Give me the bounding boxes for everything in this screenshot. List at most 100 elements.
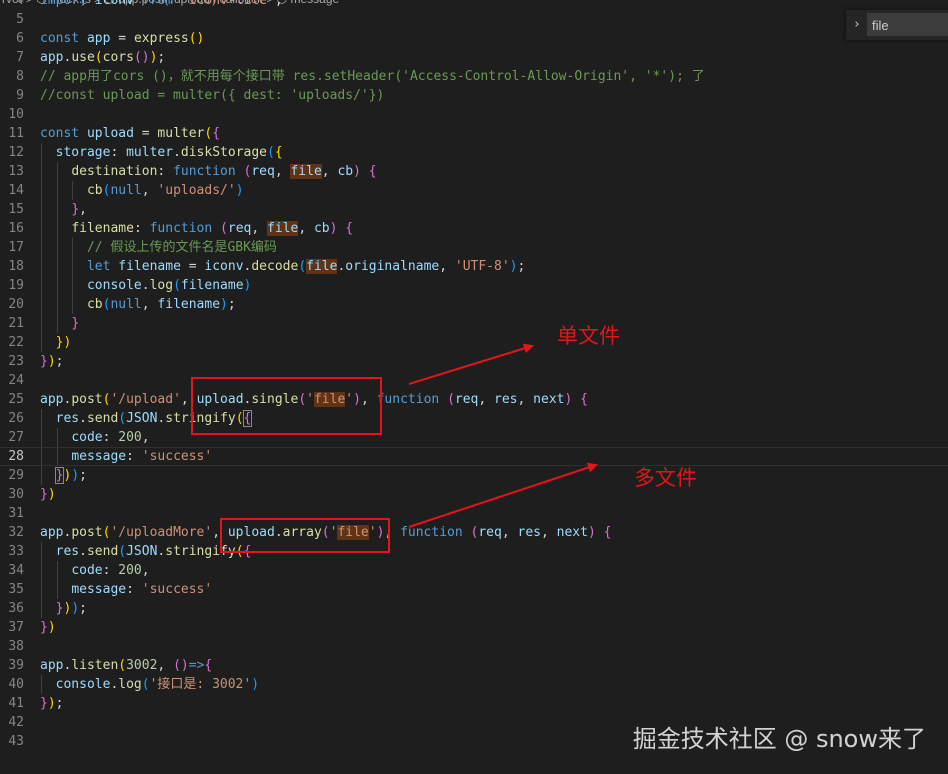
code-token: :: [102, 563, 119, 578]
code-token: {: [580, 392, 588, 407]
code-token: '/uploadMore': [110, 525, 213, 540]
code-text: });: [40, 694, 63, 713]
code-text: console.log('接口是: 3002'): [40, 675, 259, 694]
line-number: 37: [8, 620, 24, 635]
code-line[interactable]: 11 const upload = multer({: [0, 124, 948, 143]
code-line[interactable]: 25 app.post('/upload', upload.single('fil…: [0, 390, 948, 409]
code-line[interactable]: 20 cb(null, filename);: [0, 295, 948, 314]
code-line[interactable]: 4 import iconv from 'iconv-lite';: [0, 0, 948, 10]
code-line[interactable]: 28 message: 'success': [0, 447, 948, 466]
code-line[interactable]: 10: [0, 105, 948, 124]
code-line[interactable]: 9 //const upload = multer({ dest: 'upload…: [0, 86, 948, 105]
code-line[interactable]: 32 app.post('/uploadMore', upload.array('…: [0, 523, 948, 542]
code-token: }: [71, 202, 80, 217]
find-input[interactable]: file: [867, 13, 948, 36]
code-line[interactable]: 16 filename: function (req, file, cb) {: [0, 219, 948, 238]
code-line[interactable]: 40 console.log('接口是: 3002'): [0, 675, 948, 694]
code-token: =: [180, 259, 205, 274]
find-widget: › file: [846, 10, 948, 40]
code-token: req: [454, 392, 479, 407]
line-number: 18: [8, 259, 24, 274]
code-line[interactable]: 7 app.use(cors());: [0, 48, 948, 67]
code-line[interactable]: 5: [0, 10, 948, 29]
code-token: (: [118, 544, 127, 559]
code-line[interactable]: 36 }));: [0, 599, 948, 618]
code-line[interactable]: 37}): [0, 618, 948, 637]
code-token: express: [133, 31, 189, 46]
code-token: app: [40, 525, 64, 540]
code-token: .: [173, 145, 181, 160]
code-token: =: [110, 31, 134, 46]
annotation-label-single: 单文件: [557, 324, 620, 348]
code-line[interactable]: 19 console.log(filename): [0, 276, 948, 295]
code-token: (: [118, 411, 127, 426]
code-token: upload: [86, 126, 134, 141]
code-line[interactable]: 27 code: 200,: [0, 428, 948, 447]
line-number: 16: [8, 221, 24, 236]
code-line[interactable]: 15 },: [0, 200, 948, 219]
code-line[interactable]: 41});: [0, 694, 948, 713]
chevron-right-icon[interactable]: ›: [848, 16, 866, 34]
code-line[interactable]: 31: [0, 504, 948, 523]
code-token: :: [110, 145, 127, 160]
code-token: filename: [118, 259, 181, 274]
code-token: next: [533, 392, 565, 407]
code-token: (): [133, 50, 150, 65]
code-token: {: [204, 658, 213, 673]
code-token: decode: [251, 259, 299, 274]
code-token: (: [220, 221, 228, 236]
code-line[interactable]: 29 }));: [0, 466, 948, 485]
code-line[interactable]: 13 destination: function (req, file, cb)…: [0, 162, 948, 181]
code-token: ,: [501, 525, 518, 540]
code-line[interactable]: 6 const app = express(): [0, 29, 948, 48]
code-token: (): [188, 31, 205, 46]
code-line[interactable]: 23});: [0, 352, 948, 371]
code-editor[interactable]: 4 import iconv from 'iconv-lite'; 5 6 const …: [0, 0, 948, 751]
code-token: (: [173, 278, 181, 293]
code-text: }));: [40, 466, 87, 485]
code-line[interactable]: 22 }): [0, 333, 948, 352]
line-number: 26: [8, 411, 24, 426]
code-line[interactable]: 18 let filename = iconv.decode(file.orig…: [0, 257, 948, 276]
code-line[interactable]: 21 }: [0, 314, 948, 333]
code-line[interactable]: 34 code: 200,: [0, 561, 948, 580]
code-token: 'uploads/': [157, 183, 236, 198]
code-token: '/upload': [110, 392, 181, 407]
code-line[interactable]: 38: [0, 637, 948, 656]
line-number: 33: [8, 544, 24, 559]
code-line[interactable]: 17 // 假设上传的文件名是GBK编码: [0, 238, 948, 257]
code-text: app.use(cors());: [40, 48, 165, 67]
code-line[interactable]: 39 app.listen(3002, ()=>{: [0, 656, 948, 675]
code-token: .: [141, 278, 150, 293]
code-line[interactable]: 30}): [0, 485, 948, 504]
code-token: :: [126, 582, 142, 597]
line-number: 40: [8, 677, 24, 692]
code-line[interactable]: 33 res.send(JSON.stringify({: [0, 542, 948, 561]
code-line[interactable]: 14 cb(null, 'uploads/'): [0, 181, 948, 200]
code-token: import: [40, 0, 87, 8]
code-token: req: [227, 221, 252, 236]
code-token: filename: [157, 297, 221, 312]
code-token: message: [71, 449, 127, 464]
code-line[interactable]: 24: [0, 371, 948, 390]
code-token: ): [47, 696, 56, 711]
code-line[interactable]: 35 message: 'success': [0, 580, 948, 599]
code-text: }): [40, 485, 56, 504]
line-number: 29: [8, 468, 24, 483]
code-line[interactable]: 8 // app用了cors ()，就不用每个接口带 res.setHeader(…: [0, 67, 948, 86]
line-number: 38: [8, 639, 24, 654]
code-line[interactable]: 26 res.send(JSON.stringify({: [0, 409, 948, 428]
code-token: log: [118, 677, 142, 692]
code-line[interactable]: 12 storage: multer.diskStorage({: [0, 143, 948, 162]
code-token: :: [157, 164, 174, 179]
code-text: // app用了cors ()，就不用每个接口带 res.setHeader('…: [40, 67, 705, 86]
code-token: use: [71, 50, 95, 65]
